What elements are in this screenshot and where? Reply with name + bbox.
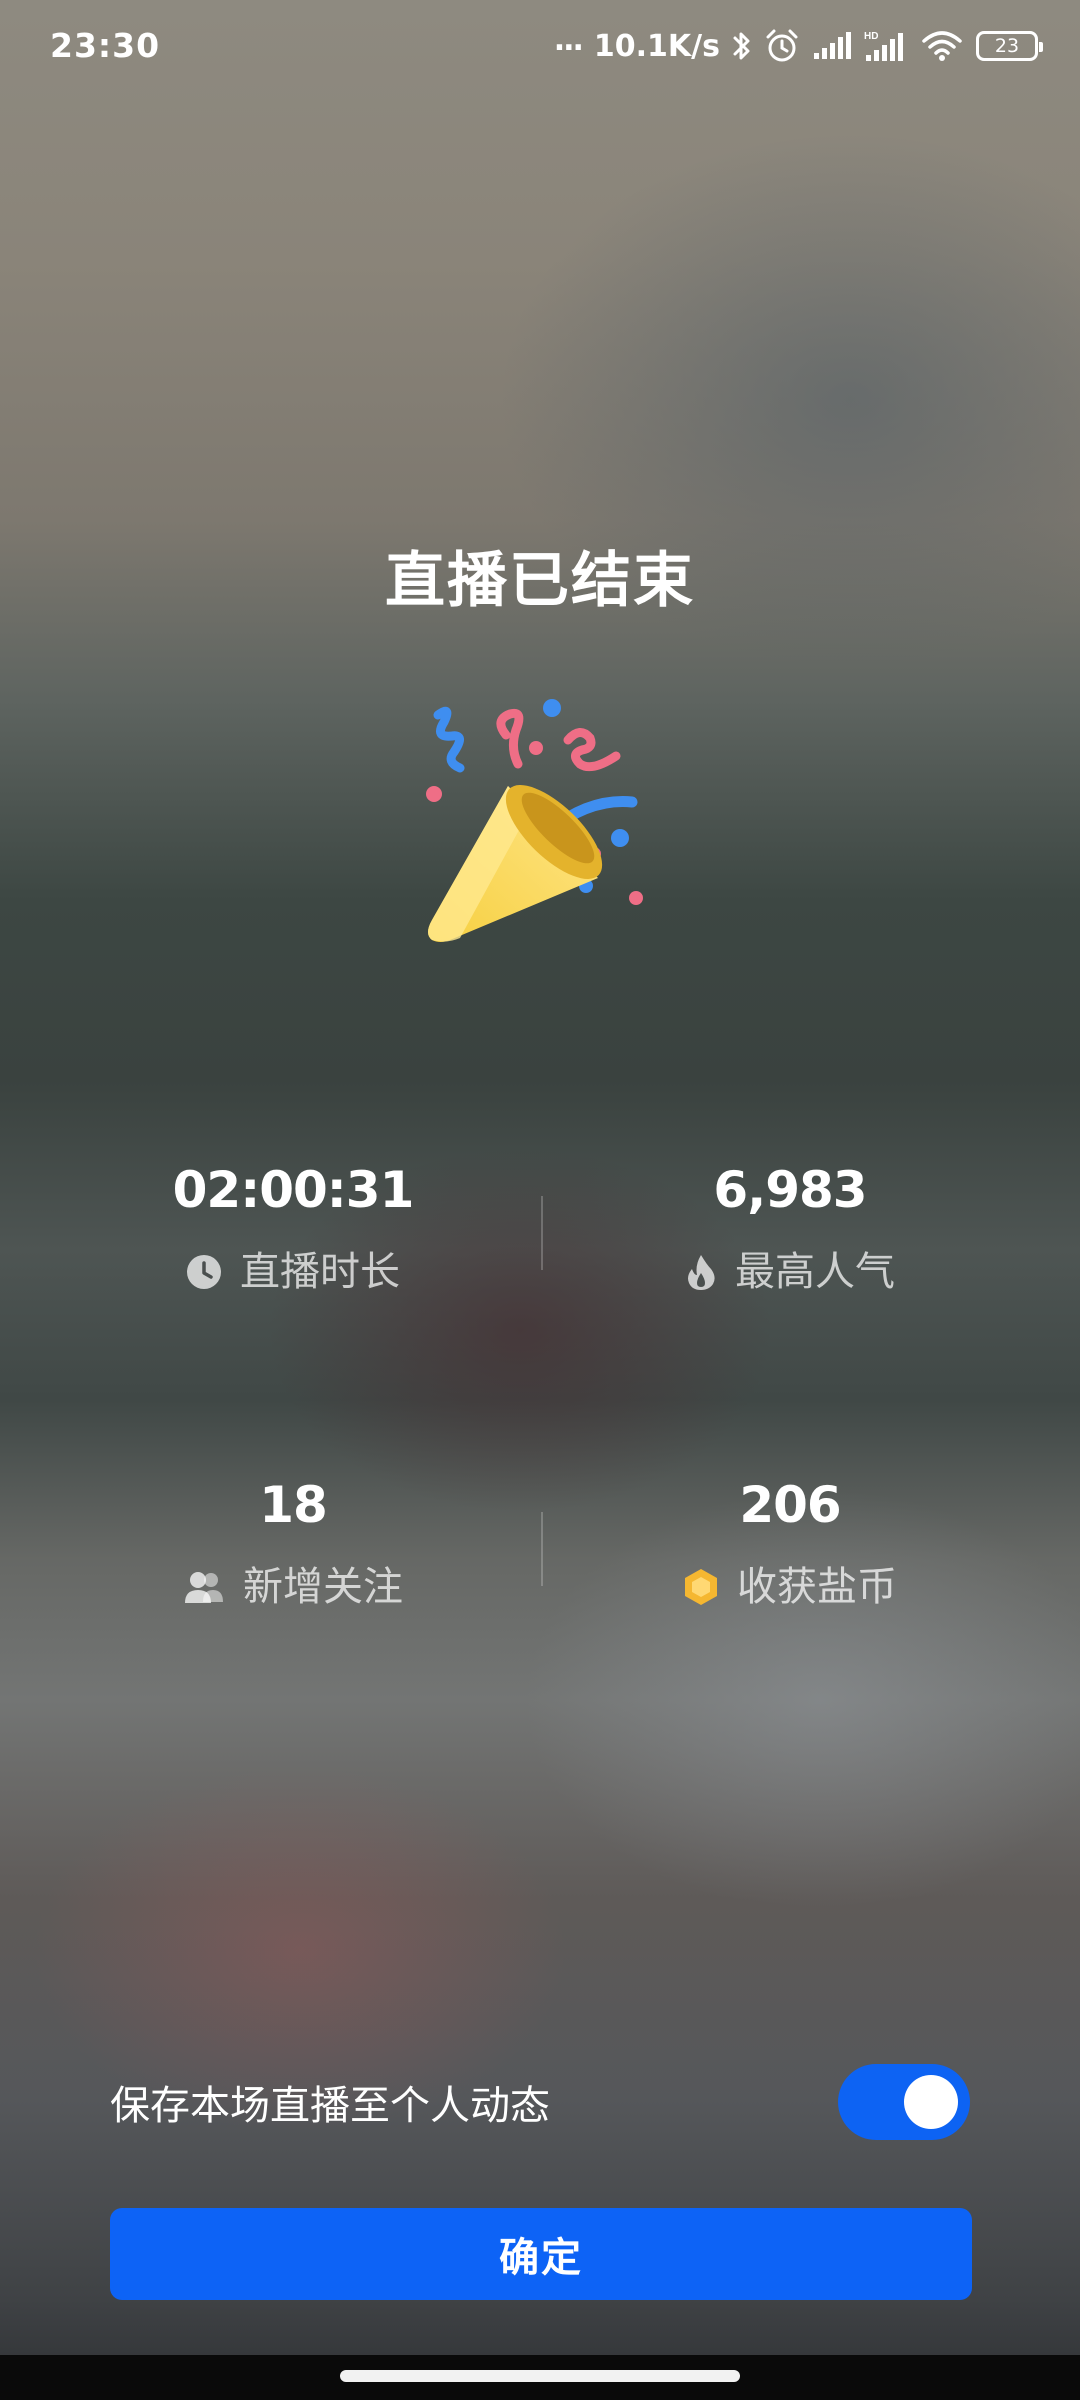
wifi-icon <box>922 31 962 61</box>
coin-icon <box>685 1569 717 1605</box>
svg-text:HD: HD <box>864 31 878 42</box>
save-to-feed-label: 保存本场直播至个人动态 <box>110 2083 550 2129</box>
stat-peak-popularity: 6,983 最高人气 <box>600 1160 980 1296</box>
stat-new-followers: 18 新增关注 <box>103 1475 483 1611</box>
battery-level: 23 <box>994 34 1020 57</box>
clock-icon <box>187 1255 221 1289</box>
new-followers-label: 新增关注 <box>243 1564 403 1610</box>
network-speed: 10.1K/s <box>593 28 720 64</box>
status-dots: ... <box>553 23 584 58</box>
bluetooth-icon <box>733 32 750 60</box>
new-followers-value: 18 <box>259 1476 328 1534</box>
save-to-feed-toggle[interactable] <box>838 2064 970 2140</box>
peak-popularity-value: 6,983 <box>713 1161 867 1219</box>
stat-salt-coins: 206 收获盐币 <box>600 1475 980 1611</box>
live-duration-value: 02:00:31 <box>172 1161 415 1219</box>
status-icons: ... 10.1K/s HD 23 <box>553 23 1043 68</box>
salt-coins-value: 206 <box>739 1476 841 1534</box>
save-to-feed-row: 保存本场直播至个人动态 <box>110 2062 970 2142</box>
status-time: 23:30 <box>50 26 161 65</box>
toggle-knob <box>904 2075 958 2129</box>
stats-divider-top <box>541 1196 543 1270</box>
page-title: 直播已结束 <box>385 546 695 616</box>
peak-popularity-label-row: 最高人气 <box>600 1248 980 1296</box>
home-indicator[interactable] <box>340 2370 740 2382</box>
navigation-bar <box>0 2355 1080 2400</box>
users-icon <box>185 1572 223 1603</box>
live-duration-label-row: 直播时长 <box>103 1248 483 1296</box>
status-bar: 23:30 ... 10.1K/s HD 23 <box>0 0 1080 96</box>
hd-signal-icon: HD <box>864 31 903 61</box>
stat-live-duration: 02:00:31 直播时长 <box>103 1160 483 1296</box>
confirm-button[interactable]: 确定 <box>110 2208 972 2300</box>
new-followers-label-row: 新增关注 <box>103 1563 483 1611</box>
party-popper-icon <box>426 699 643 942</box>
flame-icon <box>688 1255 715 1290</box>
peak-popularity-label: 最高人气 <box>735 1249 895 1295</box>
alarm-icon <box>766 29 798 62</box>
signal-icon <box>814 32 851 59</box>
salt-coins-label-row: 收获盐币 <box>600 1563 980 1611</box>
stats-divider-bottom <box>541 1512 543 1586</box>
live-ended-screen: 23:30 ... 10.1K/s HD 23 直播已结束 02:00:31 直… <box>0 0 1080 2400</box>
battery-icon: 23 <box>976 31 1043 61</box>
salt-coins-label: 收获盐币 <box>737 1564 897 1610</box>
live-duration-label: 直播时长 <box>240 1249 400 1295</box>
